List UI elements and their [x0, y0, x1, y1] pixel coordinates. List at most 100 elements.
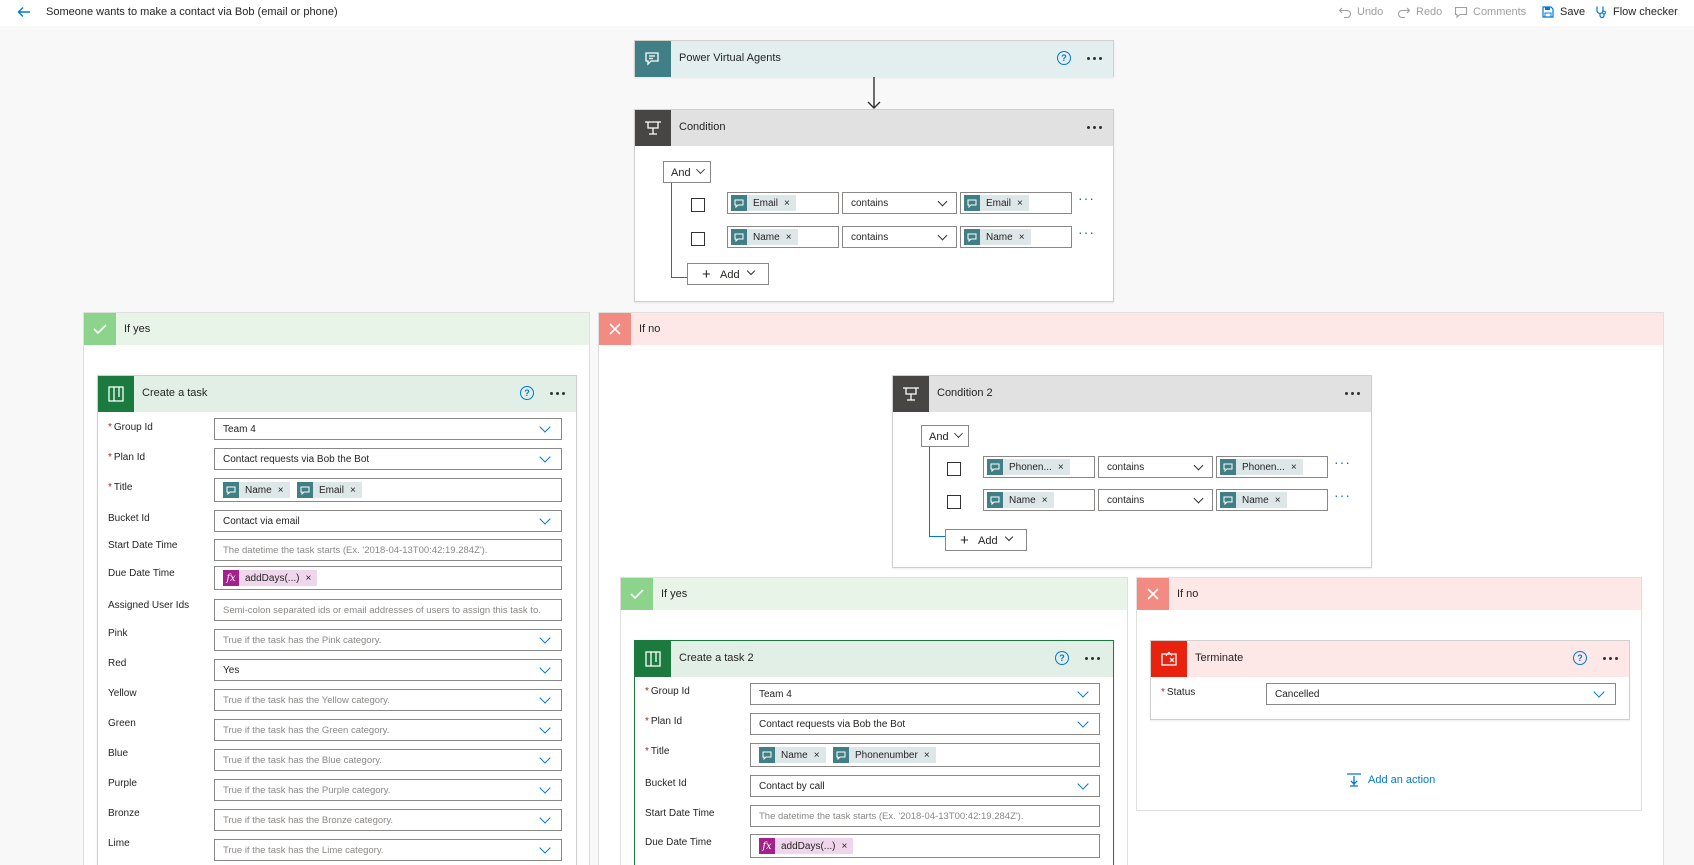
- undo-button[interactable]: Undo: [1338, 5, 1383, 19]
- row-more-icon[interactable]: ···: [1334, 487, 1351, 503]
- condition-right-operand[interactable]: Phonen... ×: [1216, 456, 1328, 478]
- remove-token-icon[interactable]: ×: [305, 573, 311, 584]
- row-more-icon[interactable]: ···: [1334, 454, 1351, 470]
- title-field[interactable]: Name × Email ×: [214, 478, 562, 502]
- red-select[interactable]: Yes: [214, 659, 562, 681]
- remove-token-icon[interactable]: ×: [786, 232, 792, 243]
- chevron-down-icon: [1077, 716, 1089, 728]
- due-date-field[interactable]: fx addDays(...) ×: [214, 566, 562, 590]
- more-options-icon[interactable]: [1345, 386, 1365, 400]
- help-icon[interactable]: ?: [1573, 651, 1587, 665]
- remove-token-icon[interactable]: ×: [924, 750, 930, 761]
- terminate-card[interactable]: Terminate ? * Status Cancelled: [1150, 640, 1630, 720]
- condition-right-operand[interactable]: Email ×: [960, 192, 1072, 214]
- planner-icon: [635, 641, 671, 677]
- more-options-icon[interactable]: [1087, 51, 1107, 65]
- operator-select[interactable]: contains: [1098, 456, 1213, 478]
- due-date-field[interactable]: fx addDays(...) ×: [750, 834, 1100, 858]
- red-label: Red: [108, 658, 127, 669]
- save-button[interactable]: Save: [1541, 5, 1585, 19]
- title-label: * Title: [645, 746, 670, 757]
- condition-card[interactable]: Condition And Email × contains Email × ···…: [634, 109, 1114, 302]
- row-checkbox[interactable]: [691, 198, 705, 212]
- row-more-icon[interactable]: ···: [1078, 224, 1095, 240]
- help-icon[interactable]: ?: [1057, 51, 1071, 65]
- remove-token-icon[interactable]: ×: [1042, 495, 1048, 506]
- status-select[interactable]: Cancelled: [1266, 683, 1616, 705]
- dynamic-token: Name ×: [731, 229, 798, 245]
- yellow-select[interactable]: True if the task has the Yellow category…: [214, 689, 562, 711]
- remove-token-icon[interactable]: ×: [1019, 232, 1025, 243]
- start-date-input[interactable]: The datetime the task starts (Ex. '2018-…: [750, 805, 1100, 827]
- condition-left-operand[interactable]: Name ×: [983, 489, 1095, 511]
- remove-token-icon[interactable]: ×: [1275, 495, 1281, 506]
- add-action-button[interactable]: Add an action: [1346, 772, 1435, 788]
- remove-token-icon[interactable]: ×: [278, 485, 284, 496]
- condition-right-operand[interactable]: Name ×: [960, 226, 1072, 248]
- start-date-input[interactable]: The datetime the task starts (Ex. '2018-…: [214, 539, 562, 561]
- remove-token-icon[interactable]: ×: [784, 198, 790, 209]
- group-id-select[interactable]: Team 4: [214, 418, 562, 440]
- more-options-icon[interactable]: [1087, 120, 1107, 134]
- create-task-card[interactable]: Create a task ? * Group Id Team 4 * Plan I…: [97, 375, 577, 865]
- and-dropdown[interactable]: And: [921, 425, 969, 447]
- create-task-2-title: Create a task 2: [679, 652, 754, 664]
- trigger-card[interactable]: Power Virtual Agents ?: [634, 40, 1114, 77]
- assigned-users-input[interactable]: Semi-colon separated ids or email addres…: [214, 599, 562, 621]
- dynamic-token: Name ×: [987, 492, 1054, 508]
- row-checkbox[interactable]: [691, 232, 705, 246]
- tree-line: [671, 183, 672, 278]
- expression-token: fx addDays(...) ×: [759, 838, 854, 854]
- remove-token-icon[interactable]: ×: [1058, 462, 1064, 473]
- flow-checker-button[interactable]: Flow checker: [1594, 5, 1678, 19]
- plan-id-select[interactable]: Contact requests via Bob the Bot: [750, 713, 1100, 735]
- condition-right-operand[interactable]: Name ×: [1216, 489, 1328, 511]
- condition2-card[interactable]: Condition 2 And Phonen... × contains Phon…: [892, 375, 1372, 568]
- redo-button[interactable]: Redo: [1397, 5, 1442, 19]
- yellow-label: Yellow: [108, 688, 137, 699]
- assigned-users-label: Assigned User Ids: [108, 600, 190, 611]
- remove-token-icon[interactable]: ×: [841, 841, 847, 852]
- chevron-down-icon: [1193, 460, 1204, 471]
- remove-token-icon[interactable]: ×: [350, 485, 356, 496]
- lime-select[interactable]: True if the task has the Lime category.: [214, 839, 562, 861]
- help-icon[interactable]: ?: [520, 386, 534, 400]
- chevron-down-icon: [1593, 686, 1605, 698]
- bucket-id-select[interactable]: Contact by call: [750, 775, 1100, 797]
- condition-left-operand[interactable]: Phonen... ×: [983, 456, 1095, 478]
- tree-line: [929, 447, 930, 537]
- condition-left-operand[interactable]: Email ×: [727, 192, 839, 214]
- bucket-id-select[interactable]: Contact via email: [214, 510, 562, 532]
- chevron-down-icon: [1077, 686, 1089, 698]
- connector-arrow-icon: [867, 77, 881, 109]
- more-options-icon[interactable]: [1085, 651, 1105, 665]
- plan-id-select[interactable]: Contact requests via Bob the Bot: [214, 448, 562, 470]
- create-task-2-card[interactable]: Create a task 2 ? * Group Id Team 4 * Plan…: [634, 640, 1114, 865]
- pink-select[interactable]: True if the task has the Pink category.: [214, 629, 562, 651]
- remove-token-icon[interactable]: ×: [814, 750, 820, 761]
- remove-token-icon[interactable]: ×: [1291, 462, 1297, 473]
- green-select[interactable]: True if the task has the Green category.: [214, 719, 562, 741]
- purple-select[interactable]: True if the task has the Purple category…: [214, 779, 562, 801]
- more-options-icon[interactable]: [550, 386, 570, 400]
- back-arrow-icon[interactable]: [16, 4, 32, 20]
- add-condition-button[interactable]: + Add: [945, 529, 1027, 551]
- more-options-icon[interactable]: [1603, 651, 1623, 665]
- and-dropdown[interactable]: And: [663, 161, 711, 183]
- group-id-select[interactable]: Team 4: [750, 683, 1100, 705]
- row-checkbox[interactable]: [947, 462, 961, 476]
- row-checkbox[interactable]: [947, 495, 961, 509]
- help-icon[interactable]: ?: [1055, 651, 1069, 665]
- bronze-select[interactable]: True if the task has the Bronze category…: [214, 809, 562, 831]
- comments-button[interactable]: Comments: [1454, 5, 1526, 19]
- operator-select[interactable]: contains: [1098, 489, 1213, 511]
- operator-select[interactable]: contains: [842, 192, 957, 214]
- title-field[interactable]: Name × Phonenumber ×: [750, 743, 1100, 767]
- add-condition-button[interactable]: + Add: [687, 263, 769, 285]
- blue-select[interactable]: True if the task has the Blue category.: [214, 749, 562, 771]
- condition-left-operand[interactable]: Name ×: [727, 226, 839, 248]
- remove-token-icon[interactable]: ×: [1017, 198, 1023, 209]
- chevron-down-icon: [539, 812, 551, 824]
- row-more-icon[interactable]: ···: [1078, 190, 1095, 206]
- operator-select[interactable]: contains: [842, 226, 957, 248]
